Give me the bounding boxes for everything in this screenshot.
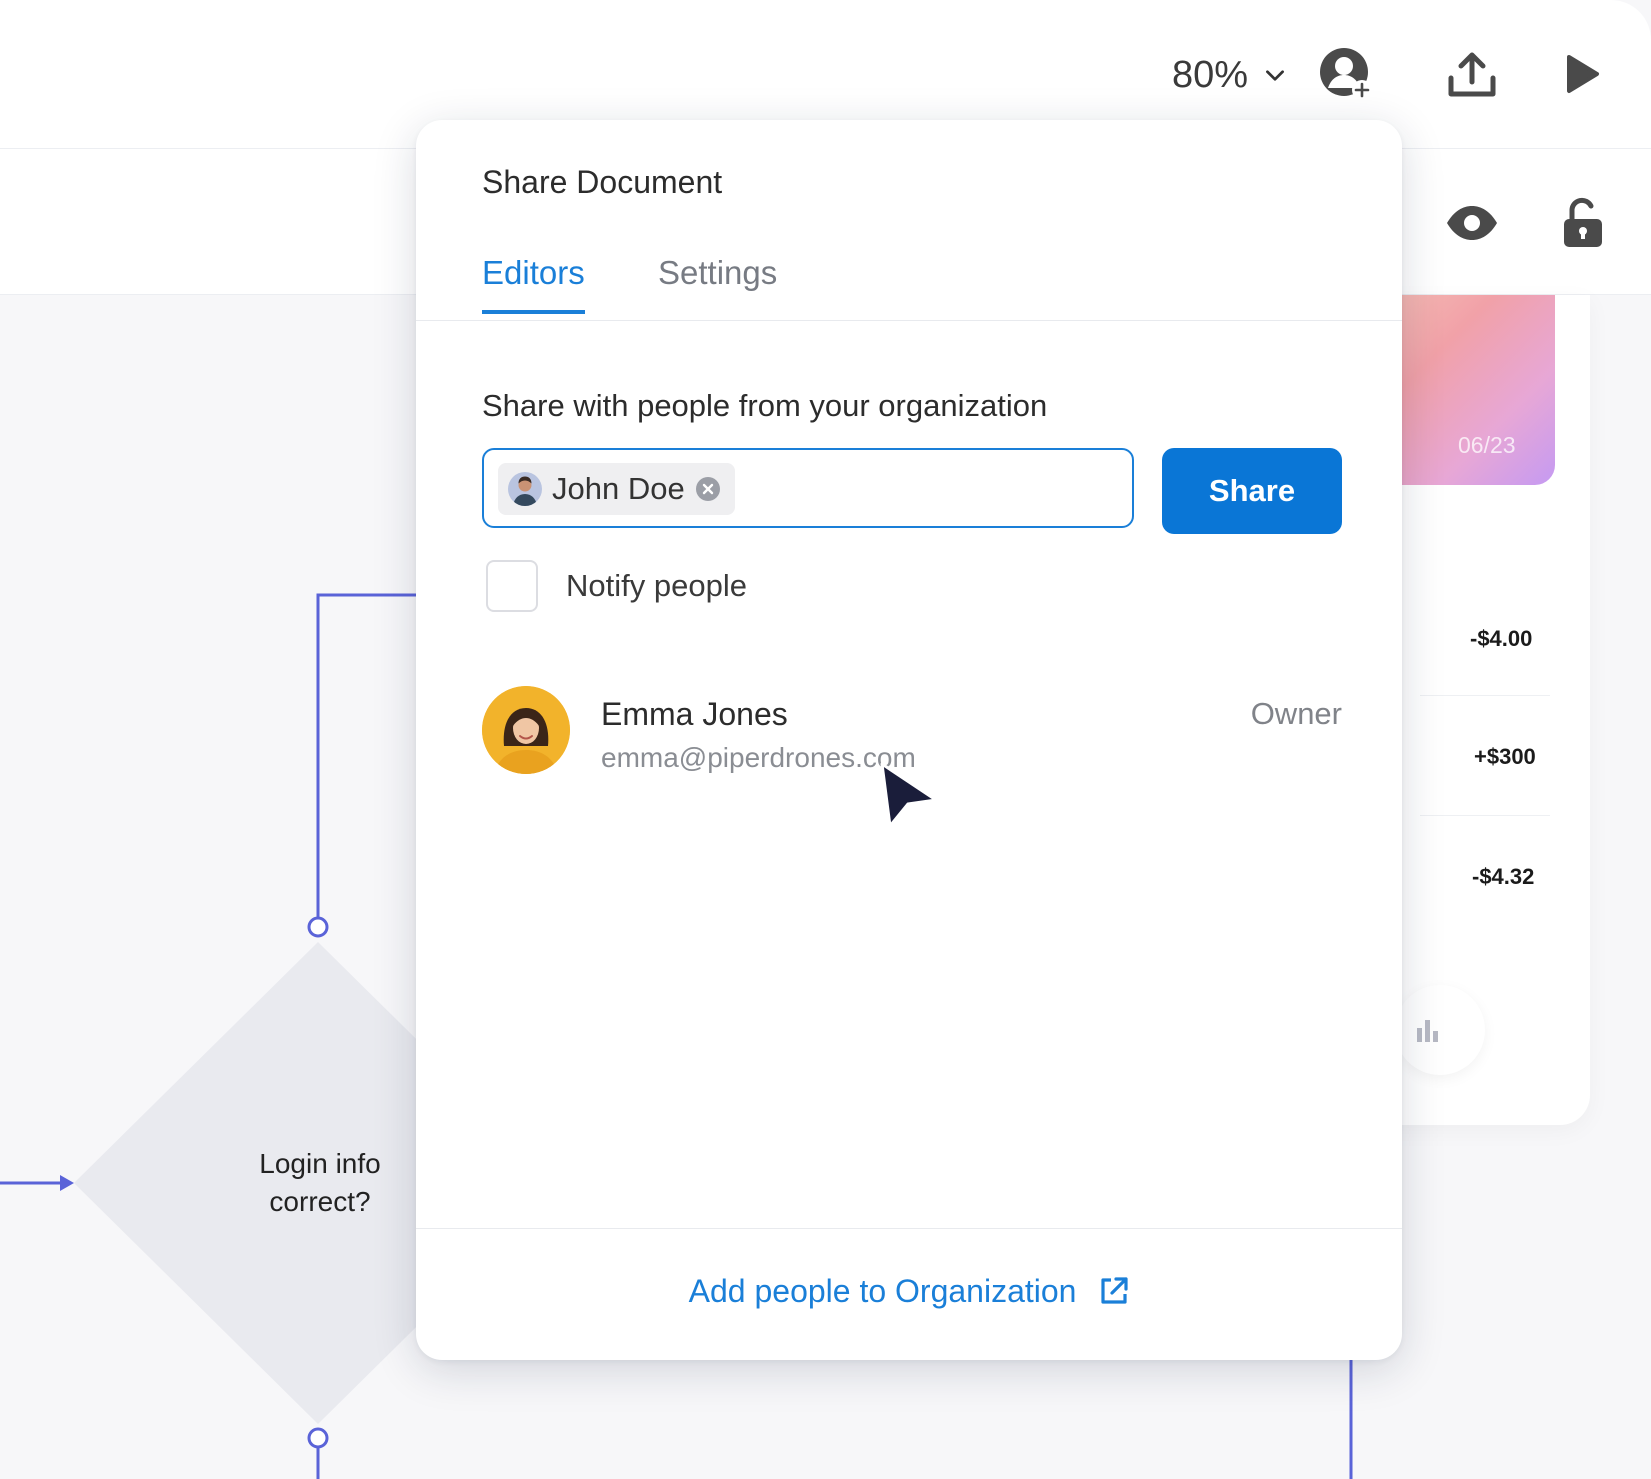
notify-label: Notify people (566, 568, 747, 603)
notify-option: Notify people (486, 560, 747, 612)
avatar (482, 686, 570, 774)
bar-chart-icon (1417, 1020, 1438, 1042)
connector-handle (307, 1427, 329, 1449)
remove-chip-icon[interactable] (695, 476, 721, 502)
row-divider (1420, 815, 1550, 816)
connector-handle (307, 916, 329, 938)
mouse-cursor-icon (880, 762, 938, 828)
recipient-avatar (508, 472, 542, 506)
card-date: 06/23 (1458, 432, 1516, 458)
dialog-title: Share Document (482, 164, 723, 200)
member-role: Owner (1250, 696, 1342, 731)
add-people-link[interactable]: Add people to Organization (416, 1273, 1402, 1310)
notify-checkbox[interactable] (486, 560, 538, 612)
recipient-input[interactable]: John Doe (482, 448, 1134, 528)
transaction-amount: +$300 (1474, 744, 1536, 769)
external-link-icon (1101, 1277, 1128, 1304)
add-people-label: Add people to Organization (688, 1273, 1077, 1309)
dialog-footer: Add people to Organization (416, 1228, 1402, 1361)
chart-button[interactable] (1395, 985, 1485, 1075)
recipient-chip[interactable]: John Doe (498, 463, 735, 515)
recipient-name: John Doe (552, 471, 685, 506)
decision-label: Login info correct? (259, 1148, 381, 1217)
transaction-amount: -$4.00 (1470, 626, 1533, 651)
member-name: Emma Jones (601, 696, 788, 732)
row-divider (1420, 695, 1550, 696)
share-section-label: Share with people from your organization (482, 388, 1048, 423)
share-button[interactable]: Share (1162, 448, 1342, 534)
transaction-amount: -$4.32 (1472, 864, 1535, 889)
arrow-head (60, 1175, 74, 1191)
tab-editors[interactable]: Editors (482, 254, 585, 314)
member-email: emma@piperdrones.com (601, 742, 916, 773)
dialog-tabs: Editors Settings (416, 240, 1402, 321)
tab-settings[interactable]: Settings (658, 254, 777, 310)
share-document-dialog: Share Document Editors Settings Share wi… (416, 120, 1402, 1360)
